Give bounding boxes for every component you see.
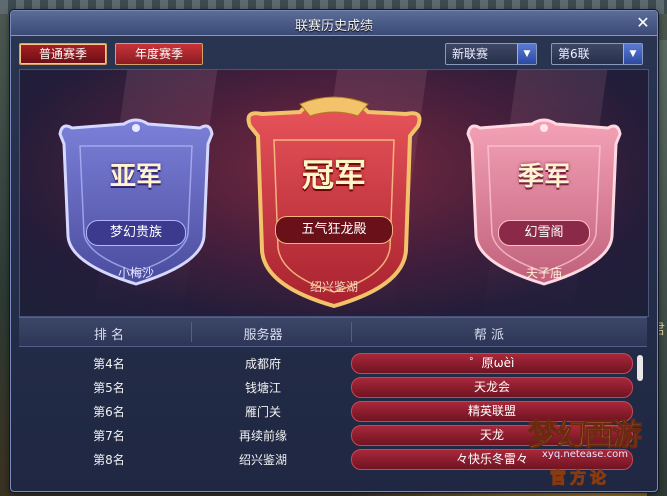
round-select-value: 第6联 [558, 47, 590, 61]
title-bar[interactable]: 联赛历史成绩 ✕ [11, 11, 657, 36]
row-server: 钱塘江 [244, 381, 281, 395]
banner-gold-shape [246, 96, 422, 308]
server-first: 绍兴鉴湖 [309, 280, 358, 294]
scrollbar-thumb[interactable] [637, 355, 643, 381]
row-rank: 第7名 [93, 429, 125, 443]
row-rank: 第6名 [93, 405, 125, 419]
rank-third: 季军 [517, 162, 570, 192]
table-row[interactable]: 第5名 钱塘江 天龙会 [19, 375, 647, 399]
row-guild: ゜原ωèì [351, 353, 633, 374]
row-rank: 第8名 [93, 453, 125, 467]
guild-first: 五气狂龙殿 [275, 216, 393, 244]
game-logo-watermark: 梦幻西游 xyq.netease.com 官方论 [520, 408, 656, 490]
header-guild: 帮 派 [473, 328, 505, 343]
round-select[interactable]: 第6联 ▼ [551, 43, 643, 65]
row-rank: 第5名 [93, 381, 125, 395]
close-icon[interactable]: ✕ [635, 15, 651, 31]
logo-title: 梦幻西游 [528, 418, 643, 454]
league-select-value: 新联赛 [452, 47, 489, 61]
server-second: 小梅沙 [117, 266, 154, 280]
podium-second: 亚军 梦幻贵族 小梅沙 [52, 116, 220, 286]
row-server: 成都府 [244, 357, 281, 371]
podium-third: 季军 幻雪阁 夫子庙 [460, 116, 628, 286]
row-server: 绍兴鉴湖 [238, 453, 287, 467]
row-server: 再续前缘 [238, 429, 287, 443]
banner-silver-shape [58, 118, 214, 286]
tab-regular-season[interactable]: 普通赛季 [19, 43, 107, 65]
table-header: 排 名 服务器 帮 派 [19, 317, 647, 347]
header-divider [351, 322, 352, 342]
chevron-down-icon: ▼ [517, 44, 536, 64]
guild-second: 梦幻贵族 [86, 220, 186, 246]
chevron-down-icon: ▼ [623, 44, 642, 64]
row-rank: 第4名 [93, 357, 125, 371]
banner-bronze-shape [466, 118, 622, 286]
logo-url: xyq.netease.com [542, 449, 628, 460]
rank-second: 亚军 [109, 162, 162, 192]
window-title: 联赛历史成绩 [294, 19, 373, 34]
rank-first: 冠军 [301, 156, 366, 194]
league-select[interactable]: 新联赛 ▼ [445, 43, 537, 65]
table-row[interactable]: 第4名 成都府 ゜原ωèì [19, 351, 647, 375]
guild-third: 幻雪阁 [498, 220, 590, 246]
header-rank: 排 名 [93, 328, 125, 343]
tab-annual-season[interactable]: 年度赛季 [115, 43, 203, 65]
logo-subtitle: 官方论 [549, 468, 611, 488]
server-third: 夫子庙 [525, 266, 562, 280]
header-divider [191, 322, 192, 342]
header-server: 服务器 [243, 328, 283, 343]
podium-stage: 亚军 梦幻贵族 小梅沙 冠军 五气狂龙殿 绍兴鉴湖 季军 幻雪阁 夫子庙 [19, 69, 649, 317]
row-guild: 天龙会 [351, 377, 633, 398]
podium-first: 冠军 五气狂龙殿 绍兴鉴湖 [240, 96, 428, 308]
row-server: 雁门关 [244, 405, 281, 419]
